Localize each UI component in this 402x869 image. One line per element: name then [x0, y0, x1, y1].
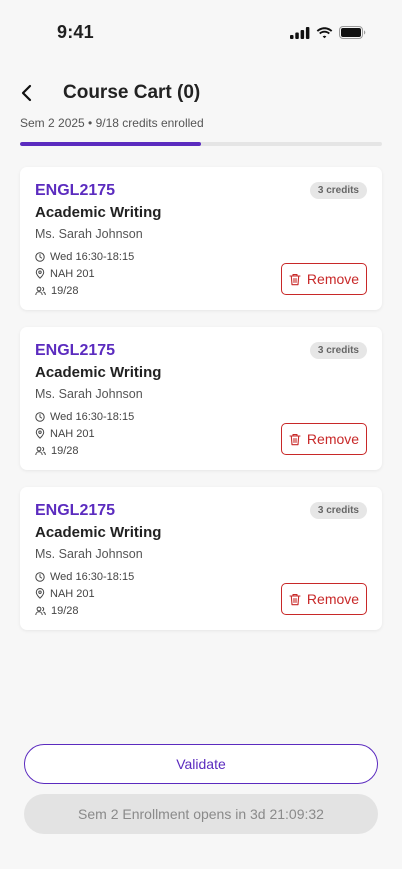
progress-fill — [20, 142, 201, 146]
remove-label: Remove — [306, 431, 360, 447]
course-location: NAH 201 — [50, 267, 95, 280]
course-card: ENGL2175 Academic Writing Ms. Sarah John… — [20, 327, 382, 470]
status-bar: 9:41 — [0, 0, 402, 62]
credits-badge: 3 credits — [309, 182, 367, 199]
course-title: Academic Writing — [35, 524, 162, 541]
course-time: Wed 16:30-18:15 — [50, 570, 135, 583]
course-instructor: Ms. Sarah Johnson — [35, 387, 143, 401]
header: Course Cart (0) — [20, 78, 382, 108]
course-list: ENGL2175 Academic Writing Ms. Sarah John… — [20, 167, 382, 647]
trash-icon — [289, 593, 301, 605]
remove-button[interactable]: Remove — [281, 423, 367, 455]
validate-button[interactable]: Validate — [24, 744, 378, 784]
course-title: Academic Writing — [35, 364, 162, 381]
course-instructor: Ms. Sarah Johnson — [35, 547, 143, 561]
remove-label: Remove — [306, 271, 360, 287]
credits-badge: 3 credits — [309, 502, 367, 519]
trash-icon — [289, 273, 301, 285]
page-title: Course Cart (0) — [63, 82, 201, 103]
credits-progress-bar — [20, 142, 382, 146]
users-icon — [35, 446, 46, 455]
course-time: Wed 16:30-18:15 — [50, 410, 135, 423]
battery-icon — [339, 26, 366, 39]
users-icon — [35, 286, 46, 295]
course-location: NAH 201 — [50, 587, 95, 600]
course-instructor: Ms. Sarah Johnson — [35, 227, 143, 241]
clock-icon — [35, 571, 45, 582]
course-card: ENGL2175 Academic Writing Ms. Sarah John… — [20, 167, 382, 310]
course-title: Academic Writing — [35, 204, 162, 221]
clock-icon — [35, 251, 45, 262]
map-pin-icon — [35, 588, 45, 599]
trash-icon — [289, 433, 301, 445]
signal-icon — [290, 26, 310, 39]
course-capacity: 19/28 — [51, 284, 79, 297]
enrollment-summary: Sem 2 2025 • 9/18 credits enrolled — [20, 116, 204, 130]
enrollment-countdown-button: Sem 2 Enrollment opens in 3d 21:09:32 — [24, 794, 378, 834]
remove-label: Remove — [306, 591, 360, 607]
course-location: NAH 201 — [50, 427, 95, 440]
status-icons — [290, 26, 366, 39]
course-card: ENGL2175 Academic Writing Ms. Sarah John… — [20, 487, 382, 630]
remove-button[interactable]: Remove — [281, 583, 367, 615]
back-button[interactable] — [20, 78, 52, 108]
map-pin-icon — [35, 268, 45, 279]
remove-button[interactable]: Remove — [281, 263, 367, 295]
map-pin-icon — [35, 428, 45, 439]
users-icon — [35, 606, 46, 615]
course-capacity: 19/28 — [51, 604, 79, 617]
course-time: Wed 16:30-18:15 — [50, 250, 135, 263]
clock-icon — [35, 411, 45, 422]
wifi-icon — [316, 26, 333, 38]
chevron-left-icon — [21, 84, 32, 102]
course-capacity: 19/28 — [51, 444, 79, 457]
status-time: 9:41 — [57, 22, 94, 42]
credits-badge: 3 credits — [309, 342, 367, 359]
